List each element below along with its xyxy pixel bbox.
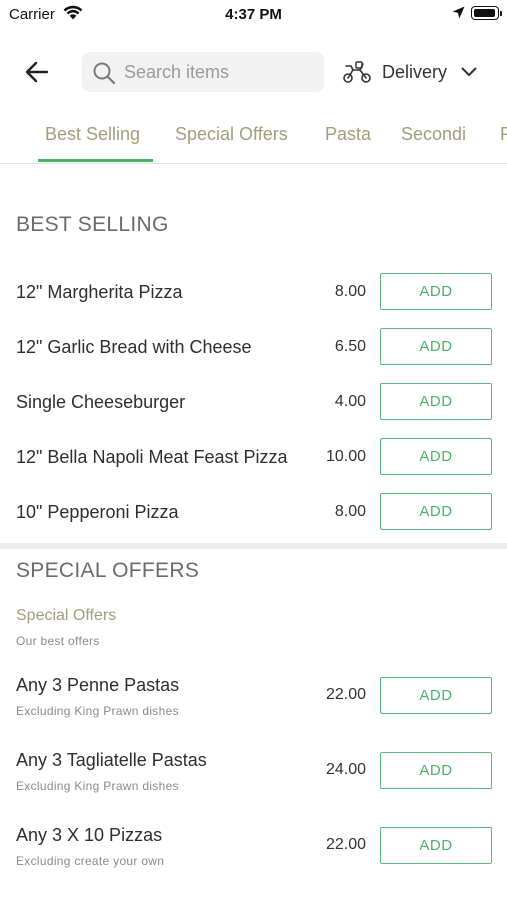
- category-tabs: Best Selling Special Offers Pasta Second…: [0, 112, 507, 164]
- add-button[interactable]: ADD: [380, 328, 492, 365]
- delivery-label: Delivery: [382, 61, 448, 82]
- add-button[interactable]: ADD: [380, 273, 492, 310]
- add-button[interactable]: ADD: [380, 493, 492, 530]
- item-name: Any 3 Penne Pastas: [16, 675, 180, 695]
- tab-next-category[interactable]: P: [500, 124, 507, 145]
- item-price: 22.00: [325, 686, 366, 703]
- header: Delivery: [0, 45, 507, 101]
- item-price: 8.00: [334, 503, 366, 520]
- item-price: 22.00: [325, 836, 366, 853]
- section-title-best-selling: BEST SELLING: [16, 213, 169, 236]
- tab-secondi[interactable]: Secondi: [401, 124, 466, 145]
- add-button[interactable]: ADD: [380, 677, 492, 714]
- status-bar: Carrier 4:37 PM: [0, 0, 507, 28]
- item-note: Excluding King Prawn dishes: [16, 704, 179, 718]
- location-arrow-icon: [452, 6, 465, 24]
- add-button[interactable]: ADD: [380, 383, 492, 420]
- back-button[interactable]: [20, 55, 54, 89]
- section-title-special-offers: SPECIAL OFFERS: [16, 559, 200, 582]
- item-name: Any 3 Tagliatelle Pastas: [16, 750, 207, 770]
- add-button[interactable]: ADD: [380, 827, 492, 864]
- item-name: Single Cheeseburger: [16, 392, 186, 412]
- active-tab-indicator: [38, 159, 153, 162]
- add-button[interactable]: ADD: [380, 438, 492, 475]
- delivery-mode-selector[interactable]: Delivery: [342, 53, 492, 91]
- tab-special-offers[interactable]: Special Offers: [175, 124, 288, 145]
- item-price: 10.00: [325, 448, 366, 465]
- add-button[interactable]: ADD: [380, 752, 492, 789]
- search-icon: [92, 61, 116, 90]
- section-divider: [0, 543, 507, 549]
- tab-best-selling[interactable]: Best Selling: [45, 124, 140, 145]
- item-price: 4.00: [334, 393, 366, 410]
- item-price: 24.00: [325, 761, 366, 778]
- tab-pasta[interactable]: Pasta: [325, 124, 371, 145]
- scooter-icon: [343, 61, 371, 83]
- battery-icon: [471, 6, 502, 20]
- item-name: 12" Garlic Bread with Cheese: [16, 337, 252, 357]
- item-name: 10" Pepperoni Pizza: [16, 502, 179, 522]
- back-arrow-icon: [25, 61, 49, 83]
- item-name: 12" Margherita Pizza: [16, 282, 183, 302]
- item-price: 8.00: [334, 283, 366, 300]
- offers-group-subtitle: Our best offers: [16, 634, 100, 648]
- clock-time: 4:37 PM: [225, 6, 282, 23]
- chevron-down-icon: [461, 67, 477, 76]
- item-name: Any 3 X 10 Pizzas: [16, 825, 163, 845]
- search-input[interactable]: [124, 52, 319, 92]
- item-name: 12" Bella Napoli Meat Feast Pizza: [16, 447, 288, 467]
- item-note: Excluding King Prawn dishes: [16, 779, 179, 793]
- search-bar[interactable]: [82, 52, 324, 92]
- offers-group-title: Special Offers: [16, 607, 117, 624]
- item-price: 6.50: [334, 338, 366, 355]
- item-note: Excluding create your own: [16, 854, 165, 868]
